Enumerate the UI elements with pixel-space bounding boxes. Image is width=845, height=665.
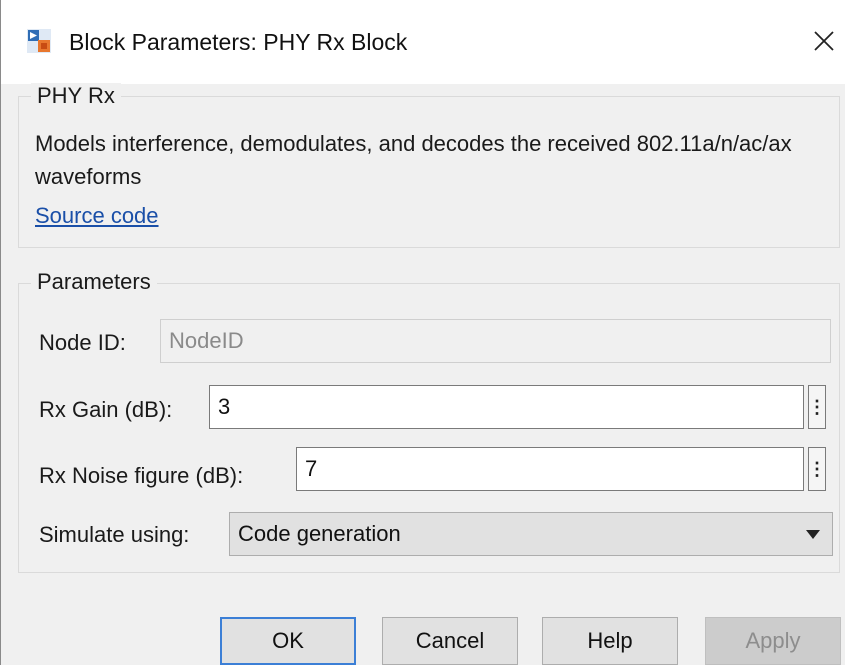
- block-group-legend: PHY Rx: [31, 83, 121, 109]
- rx-gain-label: Rx Gain (dB):: [39, 397, 173, 422]
- ok-button[interactable]: OK: [220, 617, 356, 665]
- simulate-using-dropdown[interactable]: Code generation: [229, 512, 833, 556]
- simulink-block-icon: [27, 29, 51, 53]
- window-title: Block Parameters: PHY Rx Block: [69, 29, 408, 55]
- node-id-label: Node ID:: [39, 330, 126, 355]
- rx-noise-figure-more-button[interactable]: ⋮: [808, 447, 826, 491]
- apply-button: Apply: [705, 617, 841, 665]
- cancel-button[interactable]: Cancel: [382, 617, 518, 665]
- rx-gain-field[interactable]: 3: [209, 385, 804, 429]
- block-parameters-dialog: Block Parameters: PHY Rx Block PHY Rx Mo…: [0, 0, 845, 665]
- rx-gain-more-button[interactable]: ⋮: [808, 385, 826, 429]
- title-bar: Block Parameters: PHY Rx Block: [1, 0, 845, 84]
- simulate-using-label: Simulate using:: [39, 522, 190, 547]
- node-id-field: NodeID: [160, 319, 831, 363]
- rx-noise-figure-field[interactable]: 7: [296, 447, 804, 491]
- close-icon: [813, 31, 834, 51]
- close-button[interactable]: [801, 14, 845, 68]
- simulate-using-value: Code generation: [238, 521, 401, 546]
- chevron-down-icon: [806, 530, 820, 539]
- parameters-group-legend: Parameters: [31, 269, 157, 295]
- block-description: Models interference, demodulates, and de…: [35, 131, 792, 189]
- rx-noise-figure-label: Rx Noise figure (dB):: [39, 463, 244, 488]
- help-button[interactable]: Help: [542, 617, 678, 665]
- source-code-link[interactable]: Source code: [35, 203, 159, 229]
